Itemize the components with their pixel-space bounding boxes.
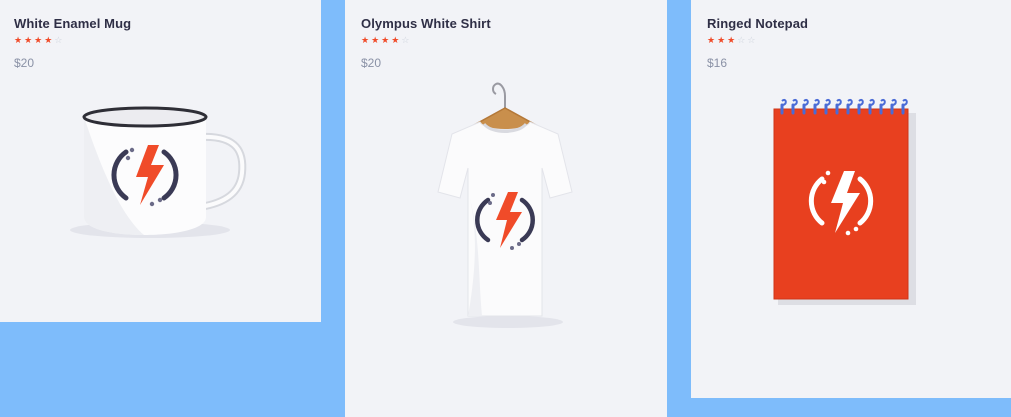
product-card-mug[interactable]: White Enamel Mug ★ ★ ★ ★ ☆ $20	[0, 0, 321, 322]
star-rating: ★ ★ ★ ☆ ☆	[707, 34, 755, 46]
star-empty-icon: ☆	[401, 35, 410, 45]
star-filled-icon: ★	[381, 35, 390, 45]
star-filled-icon: ★	[717, 35, 726, 45]
notepad-image[interactable]	[766, 93, 916, 308]
star-empty-icon: ☆	[737, 35, 746, 45]
star-rating: ★ ★ ★ ★ ☆	[361, 34, 409, 46]
star-empty-icon: ☆	[54, 35, 63, 45]
star-rating: ★ ★ ★ ★ ☆	[14, 34, 62, 46]
star-filled-icon: ★	[44, 35, 53, 45]
product-title[interactable]: Olympus White Shirt	[361, 16, 491, 31]
star-filled-icon: ★	[707, 35, 716, 45]
product-card-notepad[interactable]: Ringed Notepad ★ ★ ★ ☆ ☆ $16	[691, 0, 1011, 398]
product-price: $16	[707, 56, 728, 70]
star-empty-icon: ☆	[747, 35, 756, 45]
product-title[interactable]: White Enamel Mug	[14, 16, 131, 31]
star-filled-icon: ★	[391, 35, 400, 45]
product-card-shirt[interactable]: Olympus White Shirt ★ ★ ★ ★ ☆ $20	[345, 0, 667, 417]
product-price: $20	[361, 56, 382, 70]
star-filled-icon: ★	[727, 35, 736, 45]
product-title[interactable]: Ringed Notepad	[707, 16, 808, 31]
star-filled-icon: ★	[14, 35, 23, 45]
mug-image[interactable]	[60, 95, 260, 240]
star-filled-icon: ★	[361, 35, 370, 45]
star-filled-icon: ★	[34, 35, 43, 45]
star-filled-icon: ★	[24, 35, 33, 45]
star-filled-icon: ★	[371, 35, 380, 45]
shirt-image[interactable]	[430, 72, 580, 332]
product-price: $20	[14, 56, 35, 70]
